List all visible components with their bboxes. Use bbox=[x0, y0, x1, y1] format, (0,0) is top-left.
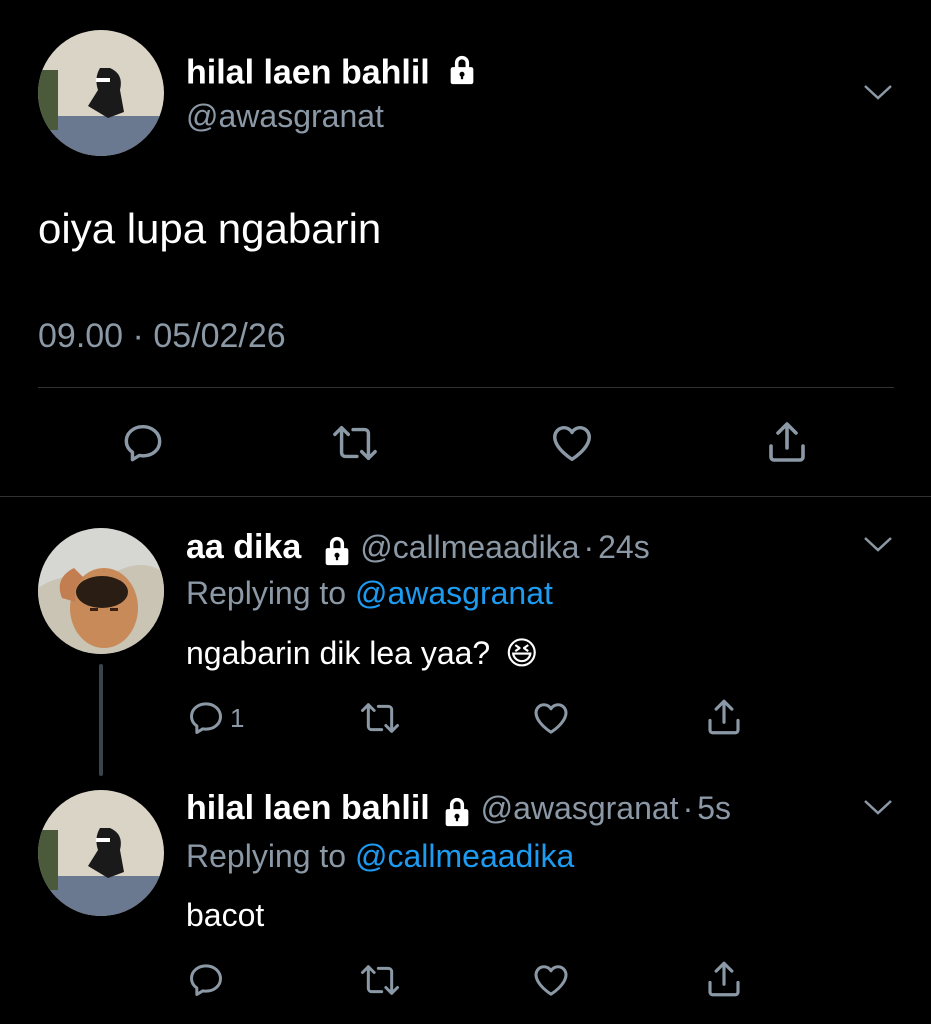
chevron-down-icon[interactable] bbox=[862, 795, 894, 824]
retweet-icon[interactable] bbox=[358, 698, 402, 738]
share-icon[interactable] bbox=[702, 958, 746, 1000]
lock-icon bbox=[445, 53, 479, 96]
separator: · bbox=[132, 317, 144, 355]
handle[interactable]: @awasgranat bbox=[481, 790, 679, 826]
handle[interactable]: @callmeaadika bbox=[360, 529, 579, 565]
display-name[interactable]: aa dika bbox=[186, 528, 301, 566]
tweet-text: bacot bbox=[186, 897, 265, 933]
replying-prefix: Replying to bbox=[186, 838, 347, 874]
replying-handle-link[interactable]: @callmeaadika bbox=[355, 838, 574, 874]
share-icon[interactable] bbox=[702, 696, 746, 738]
date: 05/02/26 bbox=[153, 317, 286, 355]
retweet-icon[interactable] bbox=[330, 420, 380, 466]
share-icon[interactable] bbox=[762, 418, 812, 466]
like-icon[interactable] bbox=[530, 698, 572, 738]
replying-to: Replying to @awasgranat bbox=[186, 575, 553, 612]
lock-icon bbox=[440, 795, 474, 834]
reply-icon[interactable] bbox=[186, 960, 226, 1000]
avatar[interactable] bbox=[38, 790, 164, 916]
chevron-down-icon[interactable] bbox=[862, 80, 894, 109]
timestamp: 09.00 · 05/02/26 bbox=[38, 317, 286, 356]
retweet-icon[interactable] bbox=[358, 960, 402, 1000]
emoji: 😆 bbox=[505, 635, 539, 671]
time: 09.00 bbox=[38, 317, 124, 355]
thread-line bbox=[99, 664, 103, 776]
like-icon[interactable] bbox=[530, 960, 572, 1000]
handle[interactable]: @awasgranat bbox=[186, 98, 384, 135]
replying-to: Replying to @callmeaadika bbox=[186, 838, 574, 875]
avatar[interactable] bbox=[38, 528, 164, 654]
reply-icon[interactable] bbox=[120, 420, 166, 466]
lock-icon bbox=[320, 534, 354, 573]
chevron-down-icon[interactable] bbox=[862, 532, 894, 561]
divider bbox=[38, 387, 894, 388]
separator: · bbox=[583, 529, 595, 565]
replying-handle-link[interactable]: @awasgranat bbox=[355, 575, 553, 611]
separator: · bbox=[682, 790, 694, 826]
display-name[interactable]: hilal laen bahlil bbox=[186, 53, 430, 91]
display-name[interactable]: hilal laen bahlil bbox=[186, 789, 430, 827]
tweet-text: ngabarin dik lea yaa? 😆 bbox=[186, 634, 538, 672]
reply-icon[interactable]: 1 bbox=[186, 698, 244, 738]
timestamp[interactable]: 24s bbox=[598, 529, 650, 565]
timestamp[interactable]: 5s bbox=[697, 790, 731, 826]
reply-count: 1 bbox=[230, 702, 245, 733]
replying-prefix: Replying to bbox=[186, 575, 347, 611]
divider bbox=[0, 496, 931, 497]
like-icon[interactable] bbox=[548, 420, 596, 466]
tweet-text-body: ngabarin dik lea yaa? bbox=[186, 635, 491, 671]
avatar[interactable] bbox=[38, 30, 164, 156]
tweet-text: oiya lupa ngabarin bbox=[38, 205, 382, 252]
